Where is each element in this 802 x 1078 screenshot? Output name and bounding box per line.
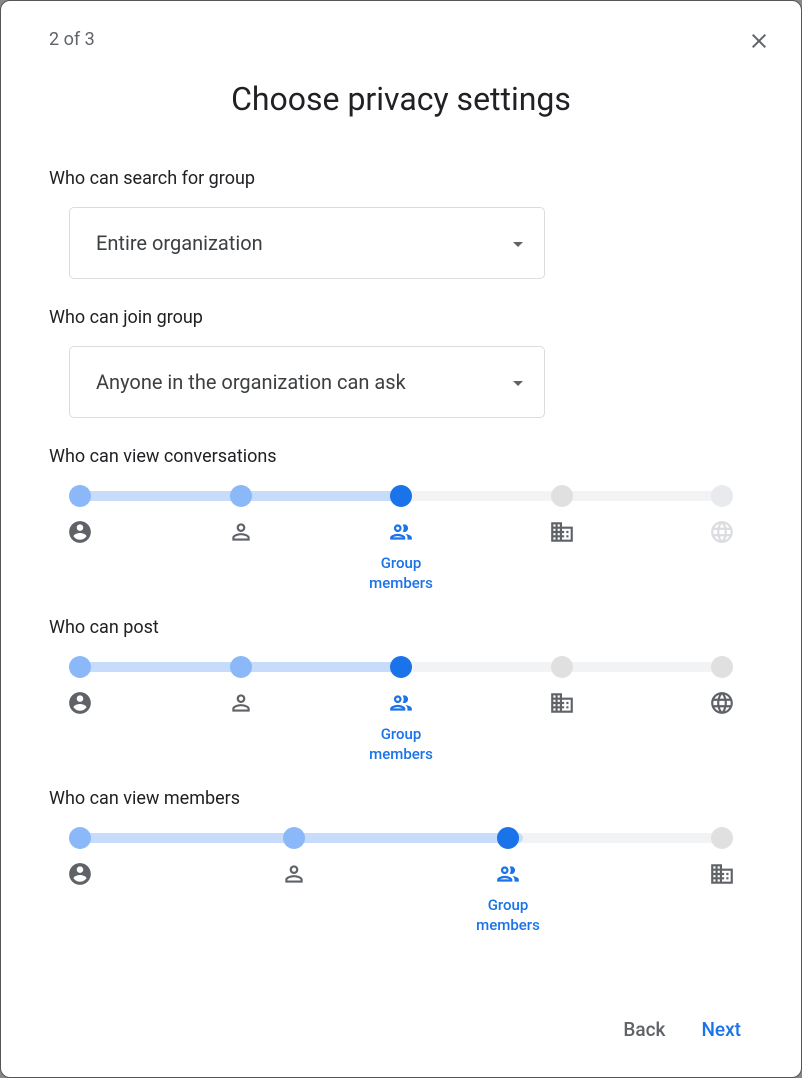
join-dropdown[interactable]: Anyone in the organization can ask bbox=[69, 346, 545, 418]
manager-icon bbox=[228, 690, 254, 716]
step-indicator: 2 of 3 bbox=[49, 29, 753, 50]
slider-track bbox=[69, 827, 733, 849]
slider-option bbox=[69, 519, 91, 545]
slider-stop[interactable] bbox=[390, 656, 412, 678]
slider-labels: Group members bbox=[69, 690, 733, 716]
slider-track bbox=[69, 485, 733, 507]
slider-option bbox=[69, 690, 91, 716]
slider-labels: Group members bbox=[69, 519, 733, 545]
slider-option bbox=[69, 861, 91, 887]
slider-stop[interactable] bbox=[69, 827, 91, 849]
slider-stop[interactable] bbox=[69, 485, 91, 507]
next-button[interactable]: Next bbox=[701, 1018, 741, 1041]
slider-stop[interactable] bbox=[551, 485, 573, 507]
slider-stop[interactable] bbox=[230, 485, 252, 507]
group-members-icon bbox=[495, 861, 521, 887]
organization-icon bbox=[549, 690, 575, 716]
slider-labels: Group members bbox=[69, 861, 733, 887]
close-icon bbox=[747, 38, 771, 57]
slider-stop[interactable] bbox=[69, 656, 91, 678]
slider-option-label: Group members bbox=[351, 724, 451, 765]
slider-track bbox=[69, 656, 733, 678]
view-members-section: Who can view members Group members bbox=[49, 788, 753, 887]
owner-icon bbox=[67, 519, 93, 545]
slider-option bbox=[711, 519, 733, 545]
slider-option: Group members bbox=[390, 690, 412, 716]
manager-icon bbox=[228, 519, 254, 545]
slider-stop[interactable] bbox=[283, 827, 305, 849]
view-conversations-slider[interactable]: Group members bbox=[69, 485, 733, 545]
view-members-title: Who can view members bbox=[49, 788, 753, 809]
view-conversations-section: Who can view conversations Group members bbox=[49, 446, 753, 545]
slider-stop[interactable] bbox=[230, 656, 252, 678]
slider-option bbox=[711, 861, 733, 887]
slider-option bbox=[551, 519, 573, 545]
slider-option-label: Group members bbox=[458, 895, 558, 936]
join-dropdown-value: Anyone in the organization can ask bbox=[96, 370, 406, 394]
group-members-icon bbox=[388, 519, 414, 545]
chevron-down-icon bbox=[512, 234, 524, 253]
post-title: Who can post bbox=[49, 617, 753, 638]
slider-stop[interactable] bbox=[497, 827, 519, 849]
slider-option bbox=[230, 690, 252, 716]
slider-option bbox=[230, 519, 252, 545]
globe-icon bbox=[709, 519, 735, 545]
search-dropdown-value: Entire organization bbox=[96, 231, 263, 255]
slider-stop[interactable] bbox=[390, 485, 412, 507]
slider-option: Group members bbox=[497, 861, 519, 887]
search-section: Who can search for group Entire organiza… bbox=[49, 168, 753, 279]
close-button[interactable] bbox=[747, 29, 771, 53]
globe-icon bbox=[709, 690, 735, 716]
owner-icon bbox=[67, 861, 93, 887]
page-title: Choose privacy settings bbox=[49, 80, 753, 118]
slider-option bbox=[551, 690, 573, 716]
slider-stop[interactable] bbox=[711, 656, 733, 678]
slider-stop bbox=[711, 485, 733, 507]
view-members-slider[interactable]: Group members bbox=[69, 827, 733, 887]
organization-icon bbox=[709, 861, 735, 887]
slider-stop[interactable] bbox=[711, 827, 733, 849]
slider-option-label: Group members bbox=[351, 553, 451, 594]
join-section: Who can join group Anyone in the organiz… bbox=[49, 307, 753, 418]
search-dropdown[interactable]: Entire organization bbox=[69, 207, 545, 279]
slider-option bbox=[283, 861, 305, 887]
search-section-title: Who can search for group bbox=[49, 168, 753, 189]
slider-stop[interactable] bbox=[551, 656, 573, 678]
organization-icon bbox=[549, 519, 575, 545]
back-button[interactable]: Back bbox=[623, 1018, 665, 1041]
dialog-footer: Back Next bbox=[623, 1018, 741, 1041]
post-slider[interactable]: Group members bbox=[69, 656, 733, 716]
view-conversations-title: Who can view conversations bbox=[49, 446, 753, 467]
chevron-down-icon bbox=[512, 373, 524, 392]
slider-option bbox=[711, 690, 733, 716]
privacy-settings-dialog: 2 of 3 Choose privacy settings Who can s… bbox=[0, 0, 802, 1078]
manager-icon bbox=[281, 861, 307, 887]
group-members-icon bbox=[388, 690, 414, 716]
owner-icon bbox=[67, 690, 93, 716]
join-section-title: Who can join group bbox=[49, 307, 753, 328]
slider-option: Group members bbox=[390, 519, 412, 545]
post-section: Who can post Group members bbox=[49, 617, 753, 716]
